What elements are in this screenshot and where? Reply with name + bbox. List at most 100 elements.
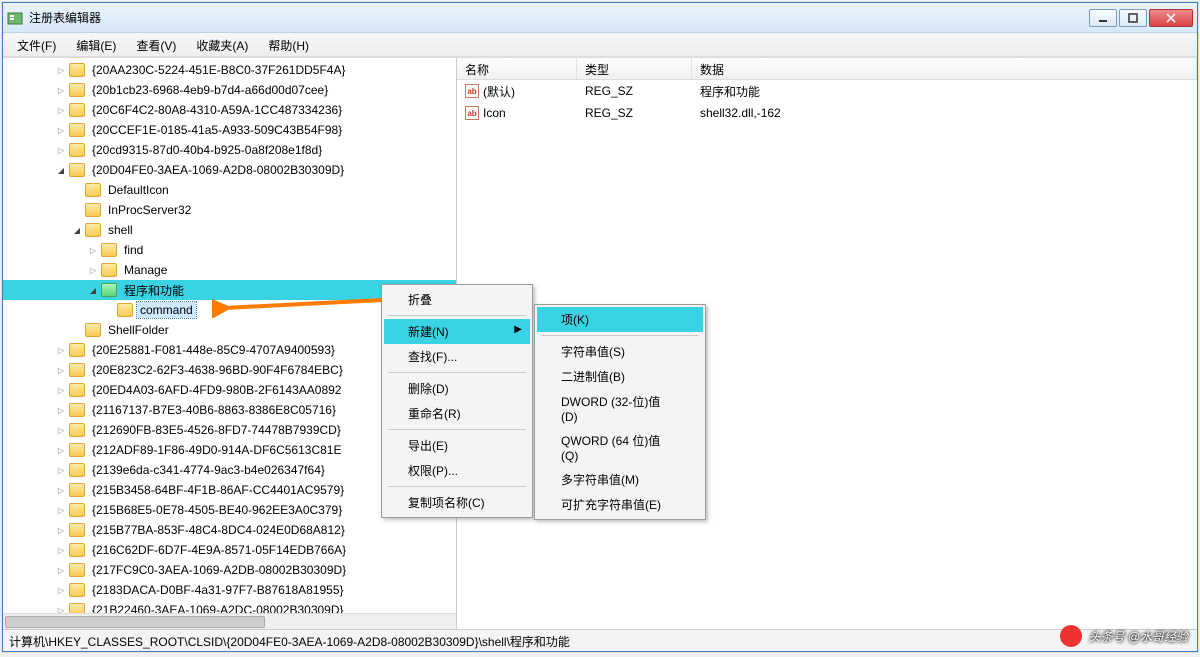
ctx-new-dword[interactable]: DWORD (32-位)值(D) <box>537 389 703 428</box>
folder-icon <box>101 283 117 297</box>
tree-node[interactable]: {215B77BA-853F-48C4-8DC4-024E0D68A812} <box>3 520 456 540</box>
tree-node[interactable]: {20cd9315-87d0-40b4-b925-0a8f208e1f8d} <box>3 140 456 160</box>
tree-node[interactable]: {216C62DF-6D7F-4E9A-8571-05F14EDB766A} <box>3 540 456 560</box>
expand-icon[interactable] <box>55 164 67 176</box>
tree-node-label: {20ED4A03-6AFD-4FD9-980B-2F6143AA0892 <box>89 382 344 398</box>
expand-icon <box>103 304 115 316</box>
titlebar[interactable]: 注册表编辑器 <box>3 3 1197 33</box>
tree-node[interactable]: shell <box>3 220 456 240</box>
folder-icon <box>69 543 85 557</box>
col-type[interactable]: 类型 <box>577 58 692 79</box>
tree-node-label: {20D04FE0-3AEA-1069-A2D8-08002B30309D} <box>89 162 347 178</box>
horizontal-scrollbar[interactable] <box>3 613 456 629</box>
expand-icon[interactable] <box>87 264 99 276</box>
menu-edit[interactable]: 编辑(E) <box>66 33 126 56</box>
expand-icon[interactable] <box>55 424 67 436</box>
tree-node[interactable]: {20b1cb23-6968-4eb9-b7d4-a66d00d07cee} <box>3 80 456 100</box>
tree-node-label: {20E823C2-62F3-4638-96BD-90F4F6784EBC} <box>89 362 346 378</box>
tree-node[interactable]: InProcServer32 <box>3 200 456 220</box>
expand-icon[interactable] <box>87 244 99 256</box>
tree-node[interactable]: {20CCEF1E-0185-41a5-A933-509C43B54F98} <box>3 120 456 140</box>
ctx-new-expand[interactable]: 可扩充字符串值(E) <box>537 492 703 517</box>
ctx-rename[interactable]: 重命名(R) <box>384 401 530 426</box>
expand-icon[interactable] <box>55 384 67 396</box>
expand-icon[interactable] <box>55 604 67 613</box>
expand-icon[interactable] <box>55 64 67 76</box>
expand-icon[interactable] <box>55 564 67 576</box>
close-button[interactable] <box>1149 9 1193 27</box>
expand-icon[interactable] <box>55 104 67 116</box>
expand-icon[interactable] <box>55 484 67 496</box>
statusbar: 计算机\HKEY_CLASSES_ROOT\CLSID\{20D04FE0-3A… <box>3 629 1197 651</box>
col-data[interactable]: 数据 <box>692 58 1197 79</box>
tree-node[interactable]: {2183DACA-D0BF-4a31-97F7-B87618A81955} <box>3 580 456 600</box>
folder-icon <box>69 103 85 117</box>
ctx-find[interactable]: 查找(F)... <box>384 344 530 369</box>
ctx-new-qword[interactable]: QWORD (64 位)值(Q) <box>537 428 703 467</box>
list-row[interactable]: abIconREG_SZshell32.dll,-162 <box>457 102 1197 124</box>
window-title: 注册表编辑器 <box>29 9 1089 26</box>
value-name: (默认) <box>483 83 515 100</box>
tree-node-label: {215B68E5-0E78-4505-BE40-962EE3A0C379} <box>89 502 345 518</box>
tree-node-label: {2183DACA-D0BF-4a31-97F7-B87618A81955} <box>89 582 347 598</box>
ctx-copy-key-name[interactable]: 复制项名称(C) <box>384 490 530 515</box>
expand-icon[interactable] <box>55 444 67 456</box>
ctx-new-string[interactable]: 字符串值(S) <box>537 339 703 364</box>
expand-icon[interactable] <box>55 404 67 416</box>
tree-node[interactable]: {217FC9C0-3AEA-1069-A2DB-08002B30309D} <box>3 560 456 580</box>
ctx-permissions[interactable]: 权限(P)... <box>384 458 530 483</box>
col-name[interactable]: 名称 <box>457 58 577 79</box>
ctx-new[interactable]: 新建(N)▶ <box>384 319 530 344</box>
expand-icon[interactable] <box>55 504 67 516</box>
maximize-button[interactable] <box>1119 9 1147 27</box>
scrollbar-thumb[interactable] <box>5 616 265 628</box>
tree-node[interactable]: find <box>3 240 456 260</box>
tree-node[interactable]: DefaultIcon <box>3 180 456 200</box>
expand-icon[interactable] <box>55 84 67 96</box>
menu-favorites[interactable]: 收藏夹(A) <box>186 33 258 56</box>
tree-node-label: {21167137-B7E3-40B6-8863-8386E8C05716} <box>89 402 339 418</box>
value-name: Icon <box>483 106 506 120</box>
menu-help[interactable]: 帮助(H) <box>258 33 319 56</box>
window-controls <box>1089 9 1193 27</box>
menubar: 文件(F) 编辑(E) 查看(V) 收藏夹(A) 帮助(H) <box>3 33 1197 57</box>
expand-icon[interactable] <box>55 584 67 596</box>
expand-icon[interactable] <box>55 544 67 556</box>
folder-icon <box>69 63 85 77</box>
expand-icon[interactable] <box>71 224 83 236</box>
statusbar-path: 计算机\HKEY_CLASSES_ROOT\CLSID\{20D04FE0-3A… <box>9 635 570 649</box>
expand-icon <box>71 204 83 216</box>
tree-node[interactable]: {20C6F4C2-80A8-4310-A59A-1CC487334236} <box>3 100 456 120</box>
ctx-delete[interactable]: 删除(D) <box>384 376 530 401</box>
tree-node-label: {215B77BA-853F-48C4-8DC4-024E0D68A812} <box>89 522 348 538</box>
expand-icon[interactable] <box>55 464 67 476</box>
tree-node-label: {20E25881-F081-448e-85C9-4707A9400593} <box>89 342 338 358</box>
ctx-collapse[interactable]: 折叠 <box>384 287 530 312</box>
menu-view[interactable]: 查看(V) <box>126 33 186 56</box>
ctx-export[interactable]: 导出(E) <box>384 433 530 458</box>
tree-node-label: {215B3458-64BF-4F1B-86AF-CC4401AC9579} <box>89 482 347 498</box>
tree-node[interactable]: Manage <box>3 260 456 280</box>
expand-icon[interactable] <box>55 344 67 356</box>
tree-node[interactable]: {20D04FE0-3AEA-1069-A2D8-08002B30309D} <box>3 160 456 180</box>
expand-icon[interactable] <box>55 124 67 136</box>
value-type: REG_SZ <box>577 84 692 98</box>
folder-icon <box>85 203 101 217</box>
ctx-new-key[interactable]: 项(K) <box>537 307 703 332</box>
expand-icon[interactable] <box>55 364 67 376</box>
folder-icon <box>69 563 85 577</box>
expand-icon[interactable] <box>55 524 67 536</box>
tree-node[interactable]: {20AA230C-5224-451E-B8C0-37F261DD5F4A} <box>3 60 456 80</box>
ctx-new-binary[interactable]: 二进制值(B) <box>537 364 703 389</box>
expand-icon <box>71 184 83 196</box>
folder-icon <box>69 583 85 597</box>
minimize-button[interactable] <box>1089 9 1117 27</box>
menu-file[interactable]: 文件(F) <box>7 33 66 56</box>
tree-node-label: {20C6F4C2-80A8-4310-A59A-1CC487334236} <box>89 102 345 118</box>
tree-node[interactable]: {21B22460-3AEA-1069-A2DC-08002B30309D} <box>3 600 456 613</box>
list-header[interactable]: 名称 类型 数据 <box>457 58 1197 80</box>
expand-icon[interactable] <box>87 284 99 296</box>
expand-icon[interactable] <box>55 144 67 156</box>
list-row[interactable]: ab(默认)REG_SZ程序和功能 <box>457 80 1197 102</box>
ctx-new-multi[interactable]: 多字符串值(M) <box>537 467 703 492</box>
